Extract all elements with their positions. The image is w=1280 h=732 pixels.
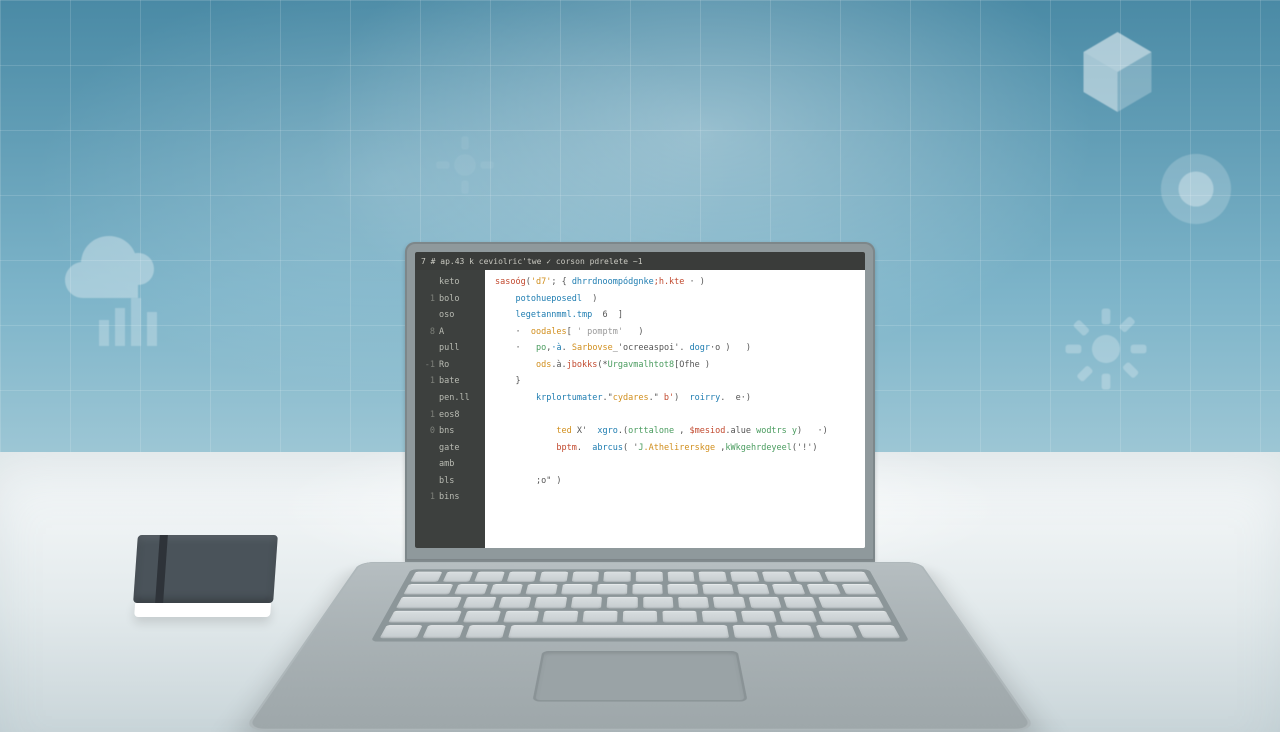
code-line: legetannmml.tmp 6 ] xyxy=(495,307,859,324)
gutter-row: pen.ll xyxy=(421,390,481,407)
editor-body: keto1bolooso8Apull-1Ro1batepen.ll1eos80b… xyxy=(415,270,865,548)
editor-gutter: keto1bolooso8Apull-1Ro1batepen.ll1eos80b… xyxy=(415,270,485,548)
laptop-base xyxy=(340,562,940,712)
code-line: sasoóg('d7'; { dhrrdnoompódgnke;h.kte · … xyxy=(495,274,859,291)
gutter-row: -1Ro xyxy=(421,357,481,374)
laptop: 7 # ap.43 k ceviolric'twe ✓ corson pdrel… xyxy=(340,242,940,712)
gutter-row: 8A xyxy=(421,324,481,341)
notebook xyxy=(132,535,278,617)
keyboard xyxy=(371,569,910,641)
code-line xyxy=(495,407,859,424)
titlebar-text: 7 # ap.43 k ceviolric'twe ✓ corson pdrel… xyxy=(421,257,643,266)
code-line: krplortumater."cydares." b') roirry. e·) xyxy=(495,390,859,407)
code-line: potohueposedl ) xyxy=(495,291,859,308)
gutter-row: 0bns xyxy=(421,423,481,440)
code-line: ods.à.jbokks(*Urgavmalhtot8[Ofhe ) xyxy=(495,357,859,374)
editor-code-area: sasoóg('d7'; { dhrrdnoompódgnke;h.kte · … xyxy=(485,270,865,548)
gear-icon xyxy=(1062,305,1150,398)
code-line: · po,·à. Sarbovse_'ocreeaspoi'. dogr·o )… xyxy=(495,340,859,357)
gutter-row: amb xyxy=(421,456,481,473)
gutter-row: 1eos8 xyxy=(421,407,481,424)
gutter-row: pull xyxy=(421,340,481,357)
laptop-screen-frame: 7 # ap.43 k ceviolric'twe ✓ corson pdrel… xyxy=(405,242,875,562)
gutter-row: 1bolo xyxy=(421,291,481,308)
laptop-deck xyxy=(243,562,1037,730)
bar-chart-icon xyxy=(95,290,165,355)
code-line: · oodales[ ' pomptm' ) xyxy=(495,324,859,341)
gutter-row: keto xyxy=(421,274,481,291)
code-line: bptm. abrcus( 'J.Athelirerskge ,kWkgehrd… xyxy=(495,440,859,457)
gutter-row: oso xyxy=(421,307,481,324)
code-line: ;o" ) xyxy=(495,473,859,490)
code-line xyxy=(495,456,859,473)
gutter-row: 1bins xyxy=(421,489,481,506)
gutter-row: 1bate xyxy=(421,373,481,390)
gear-icon xyxy=(435,135,495,200)
browser-window-icon xyxy=(1157,150,1235,233)
code-line: ted X' xgro.(orttalone , $mesiod.alue wo… xyxy=(495,423,859,440)
code-line: } xyxy=(495,373,859,390)
cube-icon xyxy=(1075,30,1160,125)
gutter-row: bls xyxy=(421,473,481,490)
editor-titlebar: 7 # ap.43 k ceviolric'twe ✓ corson pdrel… xyxy=(415,252,865,270)
trackpad xyxy=(532,651,747,702)
code-editor-window: 7 # ap.43 k ceviolric'twe ✓ corson pdrel… xyxy=(415,252,865,548)
gutter-row: gate xyxy=(421,440,481,457)
